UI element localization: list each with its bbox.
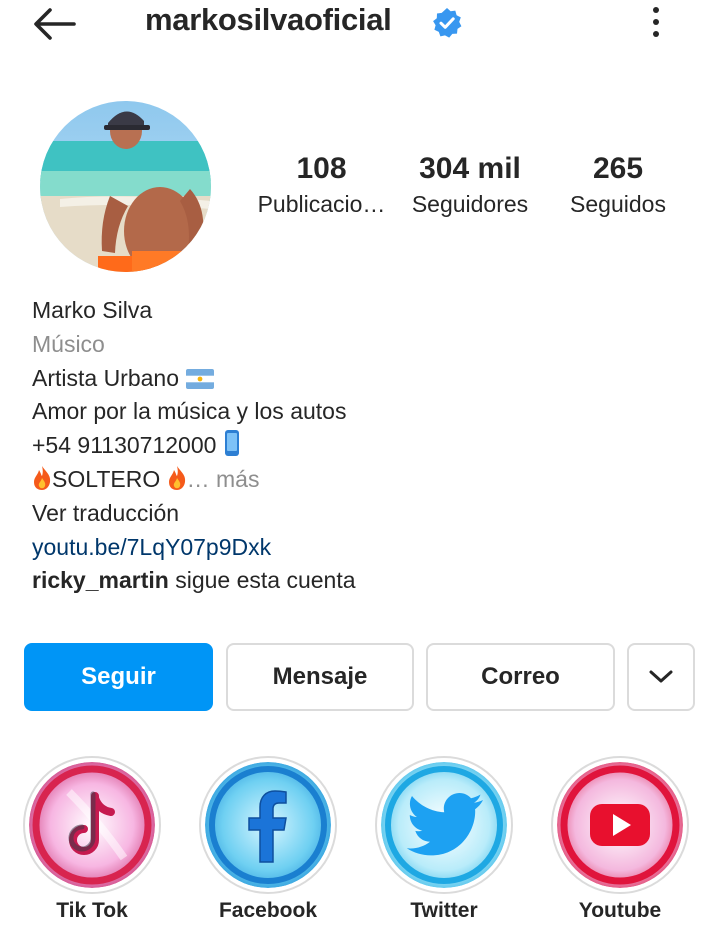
fire-icon [168, 465, 185, 490]
bio-line-artist: Artista Urbano [32, 362, 692, 396]
bio-line-passion: Amor por la música y los autos [32, 398, 347, 425]
highlight-label: Youtube [578, 899, 662, 922]
profile-name: Marko Silva [32, 297, 153, 323]
email-button[interactable]: Correo [426, 643, 615, 711]
posts-count[interactable]: 108 Publicacio… [254, 150, 389, 220]
youtube-icon [590, 804, 650, 846]
following-count-value: 265 [592, 152, 644, 185]
bio-line-status: SOLTERO … más [32, 463, 692, 497]
followers-count-value: 304 mil [419, 152, 521, 185]
posts-count-label: Publicacio… [257, 191, 386, 217]
followers-count-label: Seguidores [411, 191, 529, 217]
bio-phone-text: +54 91130712000 [32, 432, 217, 459]
mobile-phone-icon [224, 430, 239, 457]
follow-button[interactable]: Seguir [24, 643, 213, 711]
top-bar: markosilvaoficial [0, 0, 719, 48]
highlight-cover [205, 762, 331, 888]
profile-username: markosilvaoficial [145, 2, 392, 37]
profile-category: Músico [32, 330, 105, 357]
arrow-left-icon [34, 8, 76, 40]
bio-website-link[interactable]: youtu.be/7LqY07p9Dxk [32, 531, 692, 565]
highlight-ring [199, 756, 337, 894]
bio-more-link[interactable]: … más [187, 466, 260, 492]
followed-by: ricky_martin sigue esta cuenta [32, 564, 692, 598]
see-translation-link[interactable]: Ver traducción [32, 497, 692, 531]
highlight-cover [381, 762, 507, 888]
profile-bio: Marko Silva Músico Artista Urbano Amor p… [32, 294, 692, 598]
fire-icon [34, 465, 51, 490]
message-button[interactable]: Mensaje [226, 643, 414, 711]
highlight-twitter[interactable]: Twitter [375, 756, 513, 923]
highlight-ring [23, 756, 161, 894]
highlight-ring [375, 756, 513, 894]
profile-avatar[interactable] [40, 101, 211, 272]
verified-badge-icon [433, 8, 462, 38]
posts-count-value: 108 [296, 152, 347, 185]
followed-by-text: sigue esta cuenta [175, 567, 356, 594]
highlight-tiktok[interactable]: Tik Tok [23, 756, 161, 923]
suggested-accounts-button[interactable] [627, 643, 695, 711]
bio-line-phone: +54 91130712000 [32, 429, 692, 463]
followed-by-username[interactable]: ricky_martin [32, 567, 169, 593]
highlight-youtube[interactable]: Youtube [551, 756, 689, 923]
bio-status-text: SOLTERO [52, 465, 161, 492]
highlight-label: Tik Tok [56, 899, 128, 922]
following-count[interactable]: 265 Seguidos [560, 150, 676, 220]
bio-line-artist-text: Artista Urbano [32, 364, 180, 391]
argentina-flag-icon [186, 368, 215, 389]
kebab-menu-icon [653, 7, 659, 37]
highlight-label: Twitter [410, 899, 478, 922]
following-count-label: Seguidos [570, 191, 666, 217]
highlight-label: Facebook [218, 899, 318, 922]
highlight-cover [29, 762, 155, 888]
followers-count[interactable]: 304 mil Seguidores [402, 150, 538, 220]
options-menu-button[interactable] [640, 2, 672, 42]
chevron-down-icon [649, 670, 673, 683]
highlight-ring [551, 756, 689, 894]
highlight-cover [557, 762, 683, 888]
highlight-facebook[interactable]: Facebook [199, 756, 337, 923]
back-button[interactable] [28, 0, 82, 48]
